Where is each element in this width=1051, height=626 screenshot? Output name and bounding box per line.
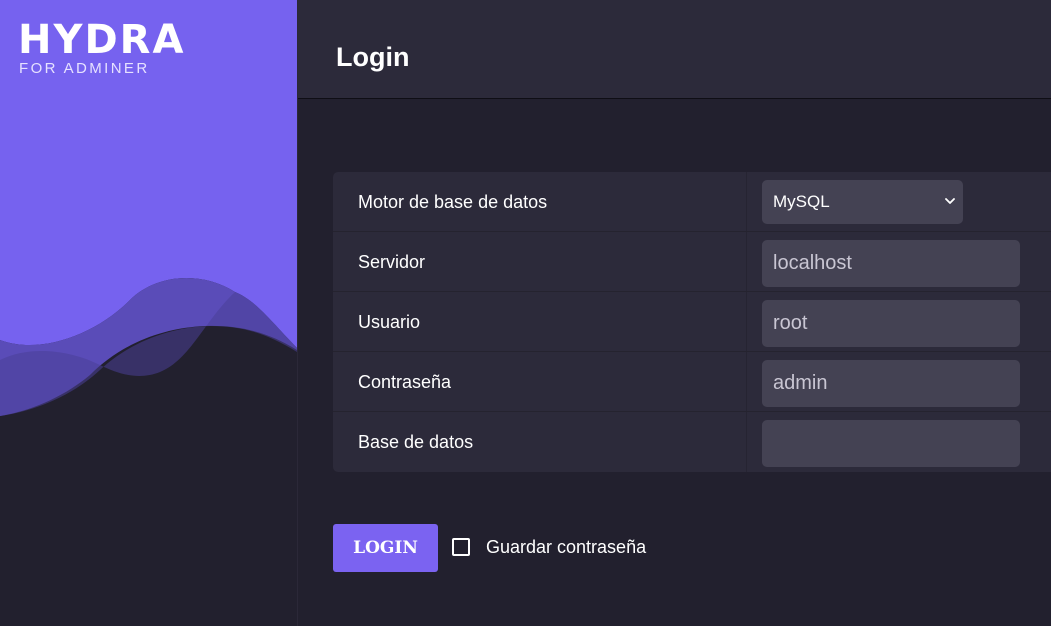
remember-password-label[interactable]: Guardar contraseña xyxy=(486,536,646,558)
sidebar: HYDRA FOR ADMINER xyxy=(0,0,297,626)
server-label: Servidor xyxy=(358,252,426,272)
chevron-down-icon xyxy=(945,198,955,204)
form-row-driver: Motor de base de datos MySQL xyxy=(333,172,1051,232)
logo-subtitle: FOR ADMINER xyxy=(19,60,150,77)
hydra-logo: HYDRA FOR ADMINER xyxy=(18,20,218,80)
page-header: Login xyxy=(298,0,1051,99)
password-label: Contraseña xyxy=(358,372,452,392)
form-row-database: Base de datos xyxy=(333,412,1051,472)
login-button[interactable]: LOGIN xyxy=(333,524,438,572)
sidebar-wave-background xyxy=(0,0,297,416)
username-label: Usuario xyxy=(358,312,421,332)
server-input[interactable] xyxy=(762,240,1020,287)
column-divider xyxy=(746,172,747,231)
driver-label: Motor de base de datos xyxy=(358,192,548,212)
logo-title: HYDRA xyxy=(18,17,186,63)
remember-password-checkbox[interactable] xyxy=(452,538,470,556)
password-input[interactable] xyxy=(762,360,1020,407)
driver-select[interactable]: MySQL xyxy=(762,180,963,224)
form-row-password: Contraseña xyxy=(333,352,1051,412)
login-form-table: Motor de base de datos MySQL Servidor Us… xyxy=(333,172,1051,472)
username-input[interactable] xyxy=(762,300,1020,347)
column-divider xyxy=(746,412,747,472)
page-title: Login xyxy=(336,42,410,72)
form-row-server: Servidor xyxy=(333,232,1051,292)
app: HYDRA FOR ADMINER Login Motor de base de… xyxy=(0,0,1051,626)
column-divider xyxy=(746,352,747,411)
form-row-username: Usuario xyxy=(333,292,1051,352)
column-divider xyxy=(746,292,747,351)
column-divider xyxy=(746,232,747,291)
driver-select-value: MySQL xyxy=(773,192,830,211)
database-label: Base de datos xyxy=(358,432,474,452)
database-input[interactable] xyxy=(762,420,1020,467)
